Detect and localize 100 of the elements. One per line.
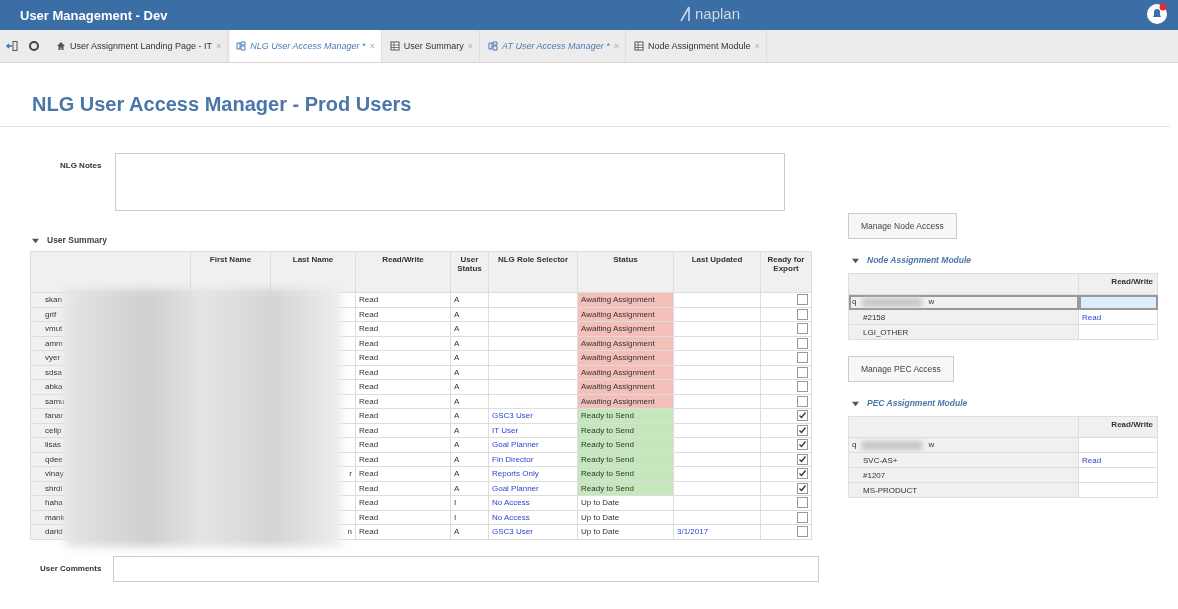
column-header: Last Updated xyxy=(673,251,761,293)
checkbox[interactable] xyxy=(797,366,808,378)
tab[interactable]: User Summary × xyxy=(383,30,481,62)
table-cell: Read xyxy=(355,452,451,467)
table-cell: Read xyxy=(355,524,451,539)
role-cell[interactable] xyxy=(488,350,578,365)
collapse-caret-icon[interactable] xyxy=(852,256,859,264)
home-icon xyxy=(56,41,66,51)
table-cell: A xyxy=(450,524,489,539)
table-cell: A xyxy=(450,452,489,467)
checkbox[interactable] xyxy=(797,352,808,364)
dashboard-icon xyxy=(488,41,499,51)
role-cell[interactable]: Goal Planner xyxy=(488,481,578,496)
table-cell: Read xyxy=(355,495,451,510)
checkbox[interactable] xyxy=(797,424,808,436)
module-title: PEC Assignment Module xyxy=(867,398,968,408)
table-cell: A xyxy=(450,437,489,452)
panel-toggle-icon[interactable] xyxy=(6,40,18,52)
checkbox[interactable] xyxy=(797,453,808,465)
role-cell[interactable] xyxy=(488,365,578,380)
table-cell: A xyxy=(450,350,489,365)
settings-icon[interactable] xyxy=(28,40,40,52)
tab[interactable]: AT User Access Manager * × xyxy=(482,30,626,62)
checkbox[interactable] xyxy=(797,468,808,480)
checkbox[interactable] xyxy=(797,497,808,509)
dashboard-icon xyxy=(236,41,247,51)
checkbox[interactable] xyxy=(797,294,808,306)
column-header: Read/Write xyxy=(355,251,451,293)
checkbox[interactable] xyxy=(797,482,808,494)
role-cell[interactable] xyxy=(488,321,578,336)
checkbox[interactable] xyxy=(797,511,808,523)
table-cell: Read xyxy=(355,307,451,322)
table-cell: A xyxy=(450,292,489,307)
table-cell: Read xyxy=(355,365,451,380)
collapse-caret-icon[interactable] xyxy=(852,399,859,407)
app-title: User Management - Dev xyxy=(20,7,168,23)
table-cell: Read xyxy=(355,350,451,365)
table-cell: Read xyxy=(355,408,451,423)
table-cell: A xyxy=(450,481,489,496)
checkbox[interactable] xyxy=(797,381,808,393)
role-cell[interactable]: No Access xyxy=(488,510,578,525)
table-cell: A xyxy=(450,466,489,481)
checkbox[interactable] xyxy=(797,526,808,538)
role-cell[interactable]: Fin Director xyxy=(488,452,578,467)
role-cell[interactable] xyxy=(488,379,578,394)
table-cell: A xyxy=(450,423,489,438)
table-cell: Read xyxy=(355,466,451,481)
notification-bell-icon[interactable] xyxy=(1146,3,1168,25)
field-label: NLG Notes xyxy=(60,161,102,172)
field-label: User Comments xyxy=(40,563,102,575)
table-cell: A xyxy=(450,379,489,394)
role-cell[interactable]: IT User xyxy=(488,423,578,438)
checkbox[interactable] xyxy=(797,308,808,320)
role-cell[interactable] xyxy=(488,307,578,322)
table-cell: A xyxy=(450,321,489,336)
checkbox[interactable] xyxy=(797,337,808,349)
column-header: Status xyxy=(577,251,674,293)
table-cell: A xyxy=(450,336,489,351)
manage-pec-button[interactable]: Manage PEC Access xyxy=(848,356,954,382)
comments-field[interactable] xyxy=(113,555,820,582)
table-cell: Read xyxy=(355,394,451,409)
role-cell[interactable]: Goal Planner xyxy=(488,437,578,452)
table-cell: Read xyxy=(355,437,451,452)
checkbox[interactable] xyxy=(797,439,808,451)
checkbox[interactable] xyxy=(797,395,808,407)
grid-icon xyxy=(633,41,644,51)
module-title: Node Assignment Module xyxy=(867,255,972,265)
role-cell[interactable] xyxy=(488,394,578,409)
table-cell: Read xyxy=(355,510,451,525)
column-header: Read/Write xyxy=(1078,416,1158,438)
role-cell[interactable]: GSC3 User xyxy=(488,524,578,539)
checkbox[interactable] xyxy=(797,410,808,422)
table-cell: Read xyxy=(355,321,451,336)
table-cell: Read xyxy=(355,481,451,496)
date-cell: 3/1/2017 xyxy=(673,524,761,539)
page-title: NLG User Access Manager - Prod Users xyxy=(0,63,1170,127)
column-header: Last Name xyxy=(270,251,356,293)
table-cell: Read xyxy=(355,292,451,307)
table-cell: A xyxy=(450,307,489,322)
tab[interactable]: NLG User Access Manager * × xyxy=(230,30,382,62)
column-header: Ready for Export xyxy=(760,251,812,293)
table-cell: A xyxy=(450,365,489,380)
column-header: Read/Write xyxy=(1078,273,1158,295)
checkbox[interactable] xyxy=(797,323,808,335)
collapse-caret-icon[interactable] xyxy=(32,236,39,244)
table-cell: I xyxy=(450,495,489,510)
column-header: NLG Role Selector xyxy=(488,251,578,293)
section-title: User Summary xyxy=(47,235,107,245)
role-cell[interactable]: No Access xyxy=(488,495,578,510)
manage-node-button[interactable]: Manage Node Access xyxy=(848,213,957,239)
role-cell[interactable]: Reports Only xyxy=(488,466,578,481)
role-cell[interactable]: GSC3 User xyxy=(488,408,578,423)
table-cell: Read xyxy=(355,379,451,394)
tab[interactable]: User Assignment Landing Page - IT × xyxy=(50,30,229,62)
tab[interactable]: Node Assignment Module × xyxy=(627,30,767,62)
role-cell[interactable] xyxy=(488,336,578,351)
notes-field[interactable] xyxy=(115,153,786,211)
column-header: User Status xyxy=(450,251,489,293)
table-cell: A xyxy=(450,408,489,423)
role-cell[interactable] xyxy=(488,292,578,307)
